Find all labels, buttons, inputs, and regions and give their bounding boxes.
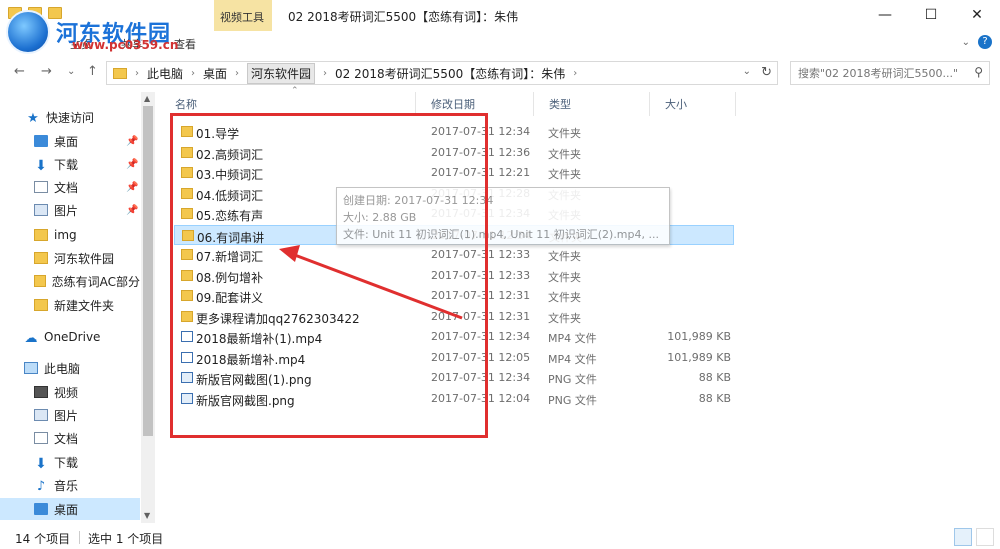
large-icons-view-button[interactable] (976, 528, 994, 546)
status-divider (79, 531, 80, 544)
selection-count: 选中 1 个项目 (88, 532, 164, 546)
item-count: 14 个项目 (15, 532, 71, 546)
status-bar: 14 个项目 选中 1 个项目 (0, 525, 1000, 549)
annotation-arrow (279, 245, 463, 320)
arrow-head (279, 245, 300, 262)
arrow-shaft (291, 252, 463, 320)
details-view-button[interactable] (954, 528, 972, 546)
